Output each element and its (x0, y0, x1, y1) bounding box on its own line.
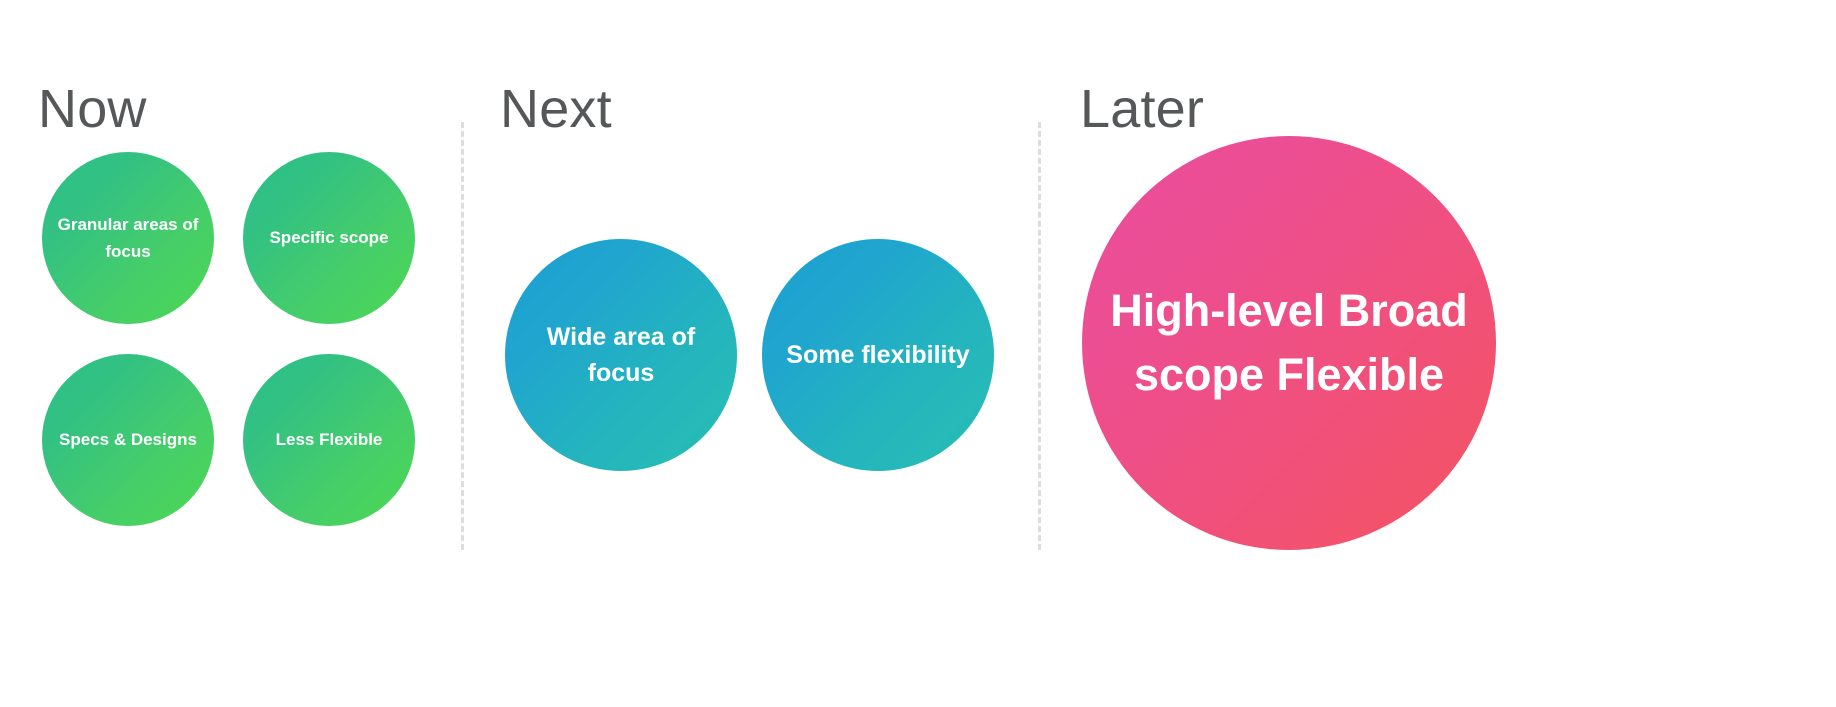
roadmap-board: Now Next Later Granular areas of focus S… (0, 0, 1836, 707)
bubble-label: Specs & Designs (59, 430, 197, 450)
bubble-label: Wide area of focus (546, 322, 696, 387)
bubble-label: High-level Broad scope Flexible (1110, 285, 1468, 400)
bubble-next-wide-area-of-focus[interactable]: Wide area of focus (505, 239, 737, 471)
column-header-later: Later (1080, 79, 1205, 139)
bubble-label: Some flexibility (786, 340, 970, 369)
bubble-next-some-flexibility[interactable]: Some flexibility (762, 239, 994, 471)
column-header-now: Now (38, 79, 147, 139)
bubble-now-specs-and-designs[interactable]: Specs & Designs (42, 354, 214, 526)
bubble-label: Less Flexible (275, 430, 383, 450)
bubble-now-less-flexible[interactable]: Less Flexible (243, 354, 415, 526)
column-divider-next-later (1038, 122, 1041, 550)
bubble-later-high-level-broad-scope-flexible[interactable]: High-level Broad scope Flexible (1082, 136, 1496, 550)
bubble-now-specific-scope[interactable]: Specific scope (243, 152, 415, 324)
column-divider-now-next (461, 122, 464, 550)
bubble-label: Specific scope (269, 228, 389, 248)
column-header-next: Next (500, 79, 612, 139)
bubble-now-granular-areas-of-focus[interactable]: Granular areas of focus (42, 152, 214, 324)
bubble-label: Granular areas of focus (57, 214, 199, 261)
